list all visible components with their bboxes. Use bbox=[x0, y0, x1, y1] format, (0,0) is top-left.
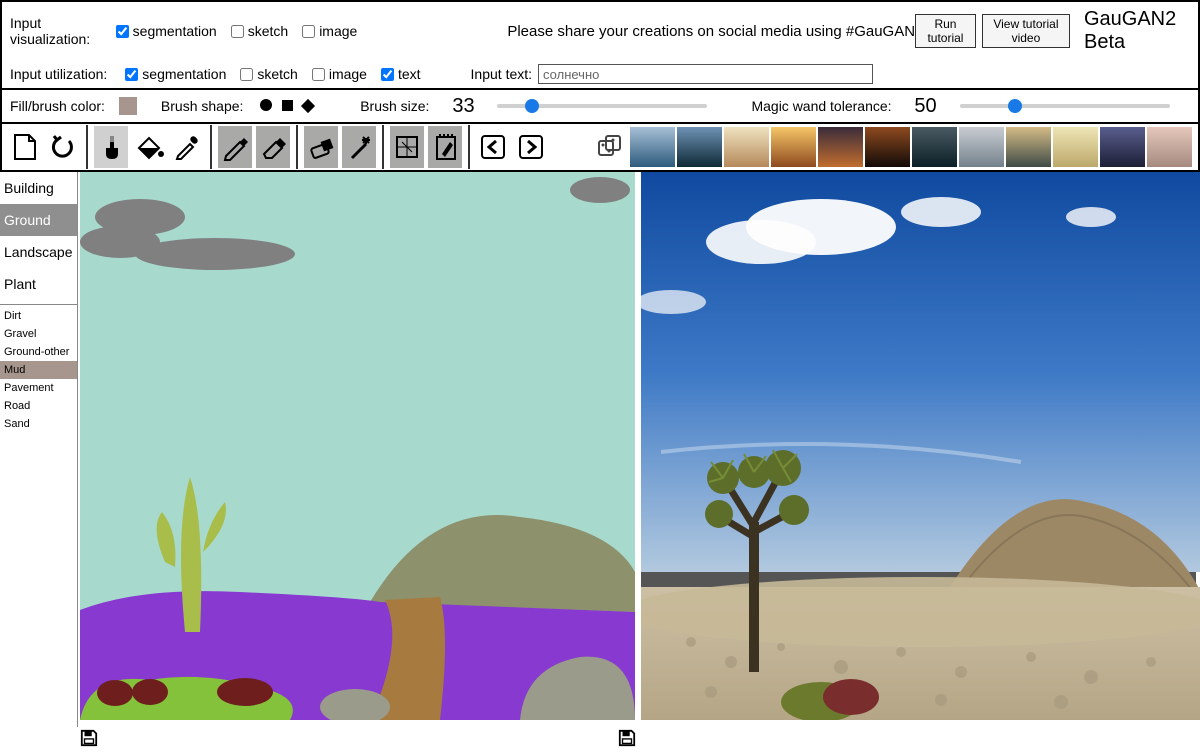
style-thumbnail-4[interactable] bbox=[818, 127, 863, 167]
fill-tool-button[interactable] bbox=[132, 126, 166, 168]
separator bbox=[296, 125, 298, 169]
output-image bbox=[641, 172, 1200, 720]
arrow-right-icon bbox=[516, 132, 546, 162]
category-landscape[interactable]: Landscape bbox=[0, 236, 77, 268]
util-text-checkbox[interactable] bbox=[381, 68, 394, 81]
brush-icon bbox=[96, 132, 126, 162]
vis-sketch-checkbox[interactable] bbox=[231, 25, 244, 38]
page-icon bbox=[12, 132, 38, 162]
save-output-button[interactable] bbox=[618, 729, 636, 747]
dice-button[interactable] bbox=[592, 126, 626, 168]
segmap-button[interactable] bbox=[390, 126, 424, 168]
style-thumbnail-0[interactable] bbox=[630, 127, 675, 167]
fill-color-label: Fill/brush color: bbox=[10, 98, 105, 114]
output-canvas[interactable] bbox=[641, 172, 1196, 720]
subcategory-sand[interactable]: Sand bbox=[0, 415, 77, 433]
wand-icon bbox=[344, 132, 374, 162]
category-building[interactable]: Building bbox=[0, 172, 77, 204]
style-thumbnail-5[interactable] bbox=[865, 127, 910, 167]
vis-image-checkbox[interactable] bbox=[302, 25, 315, 38]
eyedropper-icon bbox=[172, 132, 202, 162]
magic-wand-button[interactable] bbox=[342, 126, 376, 168]
subcategory-dirt[interactable]: Dirt bbox=[0, 307, 77, 325]
vis-segmentation-label: segmentation bbox=[133, 23, 217, 39]
input-text-label: Input text: bbox=[471, 66, 532, 82]
brush-size-label: Brush size: bbox=[360, 98, 429, 114]
view-tutorial-button[interactable]: View tutorial video bbox=[982, 14, 1070, 48]
category-ground[interactable]: Ground bbox=[0, 204, 77, 236]
magic-tolerance-label: Magic wand tolerance: bbox=[751, 98, 891, 114]
separator bbox=[86, 125, 88, 169]
style-thumbnail-11[interactable] bbox=[1147, 127, 1192, 167]
render-button[interactable] bbox=[428, 126, 462, 168]
app-name: GauGAN2 Beta bbox=[1084, 8, 1190, 54]
util-image-checkbox[interactable] bbox=[312, 68, 325, 81]
style-thumbnails bbox=[630, 127, 1192, 167]
fill-color-swatch[interactable] bbox=[119, 97, 137, 115]
run-tutorial-button[interactable]: Run tutorial bbox=[915, 14, 976, 48]
magic-tolerance-value: 50 bbox=[906, 95, 946, 118]
sketch-eraser-button[interactable] bbox=[256, 126, 290, 168]
subcategory-road[interactable]: Road bbox=[0, 397, 77, 415]
style-thumbnail-3[interactable] bbox=[771, 127, 816, 167]
util-segmentation-checkbox[interactable] bbox=[125, 68, 138, 81]
brush-size-slider[interactable] bbox=[497, 104, 707, 108]
subcategory-mud[interactable]: Mud bbox=[0, 361, 77, 379]
input-vis-label: Input visualization: bbox=[10, 15, 102, 47]
arrow-left-icon bbox=[478, 132, 508, 162]
category-sidebar: BuildingGroundLandscapePlant DirtGravelG… bbox=[0, 172, 78, 727]
segmentation-canvas[interactable] bbox=[80, 172, 635, 720]
separator bbox=[468, 125, 470, 169]
tagline-text: Please share your creations on social me… bbox=[507, 23, 915, 40]
util-sketch-label: sketch bbox=[257, 66, 297, 82]
pencil-tool-button[interactable] bbox=[218, 126, 252, 168]
style-thumbnail-7[interactable] bbox=[959, 127, 1004, 167]
separator bbox=[382, 125, 384, 169]
subcategory-ground-other[interactable]: Ground-other bbox=[0, 343, 77, 361]
arrow-left-button[interactable] bbox=[476, 126, 510, 168]
category-divider bbox=[0, 304, 77, 305]
util-segmentation-label: segmentation bbox=[142, 66, 226, 82]
brush-size-value: 33 bbox=[443, 95, 483, 118]
vis-segmentation-checkbox[interactable] bbox=[116, 25, 129, 38]
eraser-icon bbox=[258, 132, 288, 162]
bucket-icon bbox=[133, 132, 165, 162]
style-thumbnail-9[interactable] bbox=[1053, 127, 1098, 167]
segmap-drawing bbox=[80, 172, 635, 720]
brush-shape-square[interactable] bbox=[282, 100, 293, 111]
save-segmentation-button[interactable] bbox=[80, 729, 98, 747]
magic-tolerance-slider[interactable] bbox=[960, 104, 1170, 108]
brush-shape-label: Brush shape: bbox=[161, 98, 244, 114]
style-thumbnail-8[interactable] bbox=[1006, 127, 1051, 167]
undo-button[interactable] bbox=[46, 126, 80, 168]
subcategory-gravel[interactable]: Gravel bbox=[0, 325, 77, 343]
brush-shape-diamond[interactable] bbox=[301, 99, 315, 113]
category-plant[interactable]: Plant bbox=[0, 268, 77, 300]
arrow-right-button[interactable] bbox=[514, 126, 548, 168]
vis-sketch-label: sketch bbox=[248, 23, 288, 39]
color-picker-button[interactable] bbox=[170, 126, 204, 168]
util-sketch-checkbox[interactable] bbox=[240, 68, 253, 81]
grid-icon bbox=[392, 132, 422, 162]
notebook-icon bbox=[430, 132, 460, 162]
input-text-field[interactable] bbox=[538, 64, 873, 84]
brush-shape-circle[interactable] bbox=[260, 99, 272, 111]
pencil-icon bbox=[220, 132, 250, 162]
undo-icon bbox=[49, 133, 77, 161]
style-thumbnail-1[interactable] bbox=[677, 127, 722, 167]
separator bbox=[210, 125, 212, 169]
new-canvas-button[interactable] bbox=[8, 126, 42, 168]
vis-image-label: image bbox=[319, 23, 357, 39]
dice-icon bbox=[594, 132, 624, 162]
util-image-label: image bbox=[329, 66, 367, 82]
input-util-label: Input utilization: bbox=[10, 66, 107, 82]
style-thumbnail-2[interactable] bbox=[724, 127, 769, 167]
subcategory-pavement[interactable]: Pavement bbox=[0, 379, 77, 397]
util-text-label: text bbox=[398, 66, 421, 82]
seg-eraser-button[interactable] bbox=[304, 126, 338, 168]
brush-tool-button[interactable] bbox=[94, 126, 128, 168]
style-thumbnail-10[interactable] bbox=[1100, 127, 1145, 167]
eraser-icon bbox=[306, 132, 336, 162]
style-thumbnail-6[interactable] bbox=[912, 127, 957, 167]
